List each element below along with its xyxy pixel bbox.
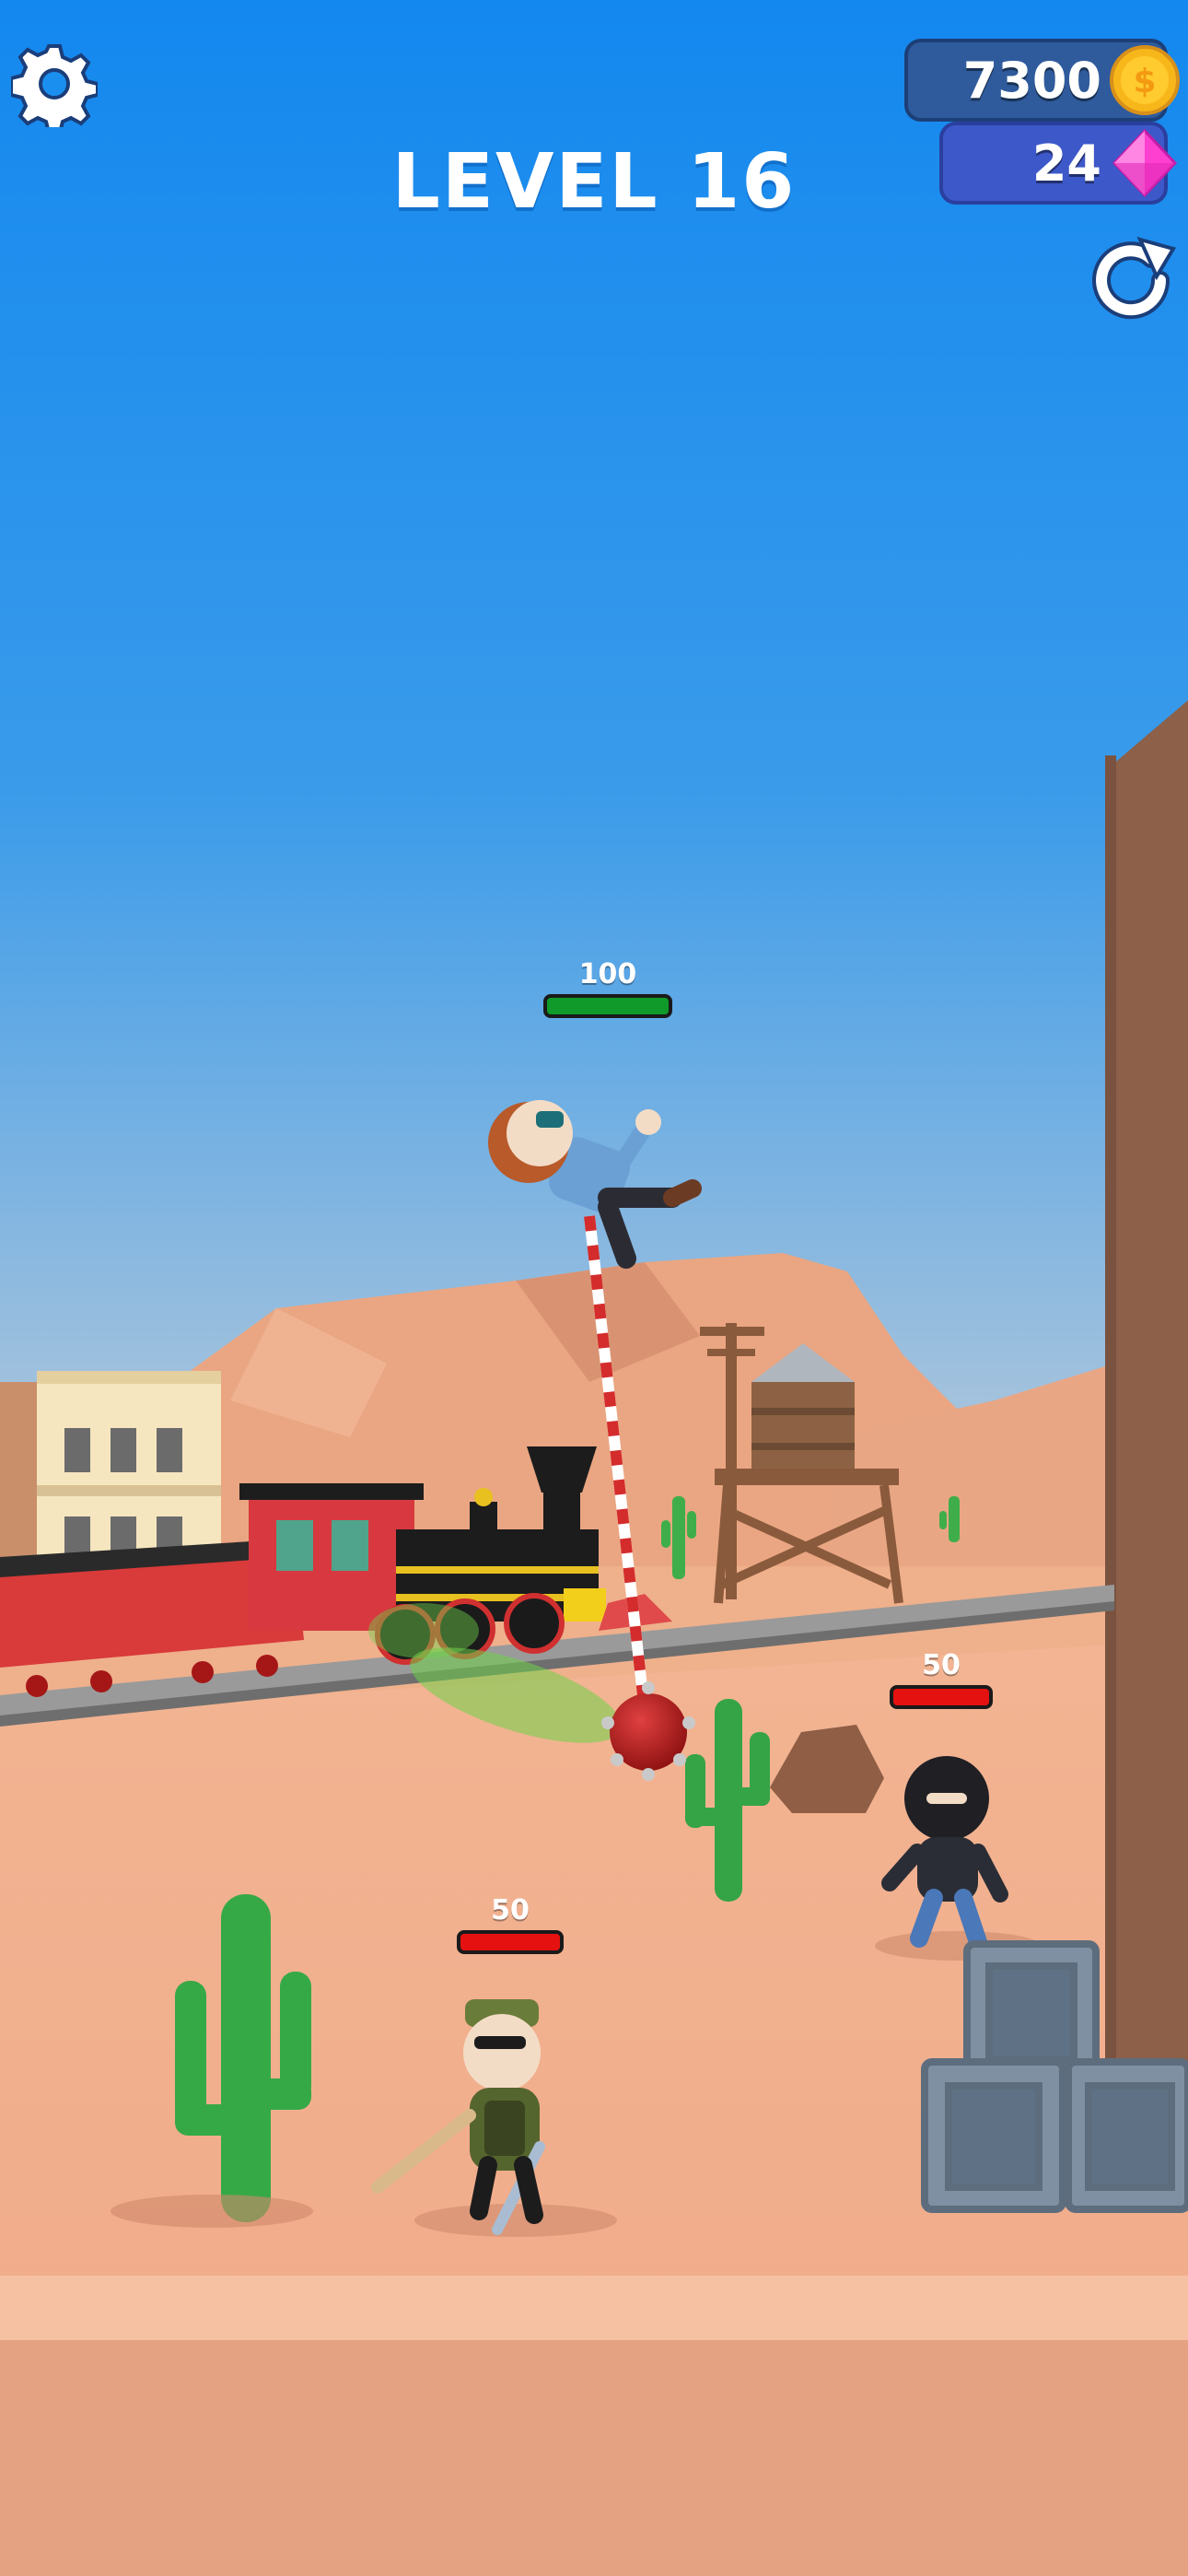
masked-enemy-health-value: 50 [922,1649,961,1681]
player-health: 100 [543,958,672,1018]
foreground-ground [0,2340,1188,2576]
coin-icon: $ [1110,45,1180,115]
restart-icon [1092,236,1177,320]
gear-icon [9,44,99,135]
cliff-wall [1112,700,1188,2211]
settings-button[interactable] [9,41,99,135]
coin-counter[interactable]: 7300 $ [904,39,1180,122]
ground-lip [0,2276,1188,2340]
game-scene[interactable] [0,0,1188,2576]
gem-counter[interactable]: 24 [939,122,1178,205]
player-health-value: 100 [578,958,637,990]
soldier-enemy-health: 50 [457,1894,564,1954]
svg-text:$: $ [1133,63,1156,100]
masked-enemy-health: 50 [890,1649,993,1709]
soldier-enemy-health-bar [457,1930,564,1954]
restart-button[interactable] [1083,232,1179,328]
saloon-building [0,1371,221,1574]
soldier-enemy-health-value: 50 [491,1894,530,1926]
gem-amount: 24 [1031,134,1101,193]
masked-enemy-health-bar [890,1685,993,1709]
coin-amount: 7300 [962,51,1101,110]
player-health-bar [543,994,672,1018]
gem-icon [1112,128,1178,198]
